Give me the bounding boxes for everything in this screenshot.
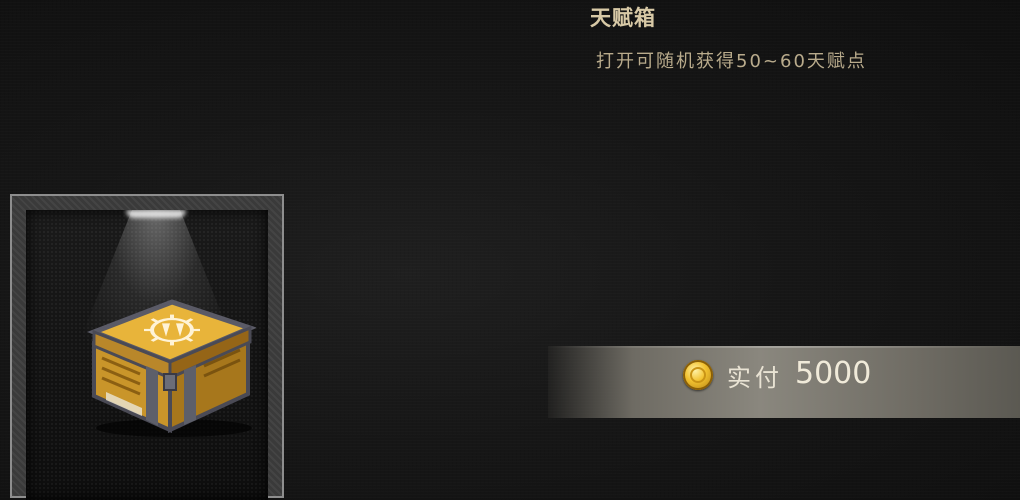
- spotlight-lamp: [126, 210, 186, 218]
- gold-coin-icon: [683, 360, 713, 390]
- item-display-area: [26, 210, 268, 500]
- item-description: 打开可随机获得50~60天赋点: [596, 51, 867, 72]
- talent-chest-icon: [87, 299, 256, 437]
- purchase-price-bar[interactable]: [548, 346, 1020, 418]
- item-title: 天赋箱: [590, 6, 656, 30]
- price-label: 实付: [727, 364, 783, 392]
- item-preview-frame: [10, 194, 284, 500]
- price-value: 5000: [795, 356, 872, 391]
